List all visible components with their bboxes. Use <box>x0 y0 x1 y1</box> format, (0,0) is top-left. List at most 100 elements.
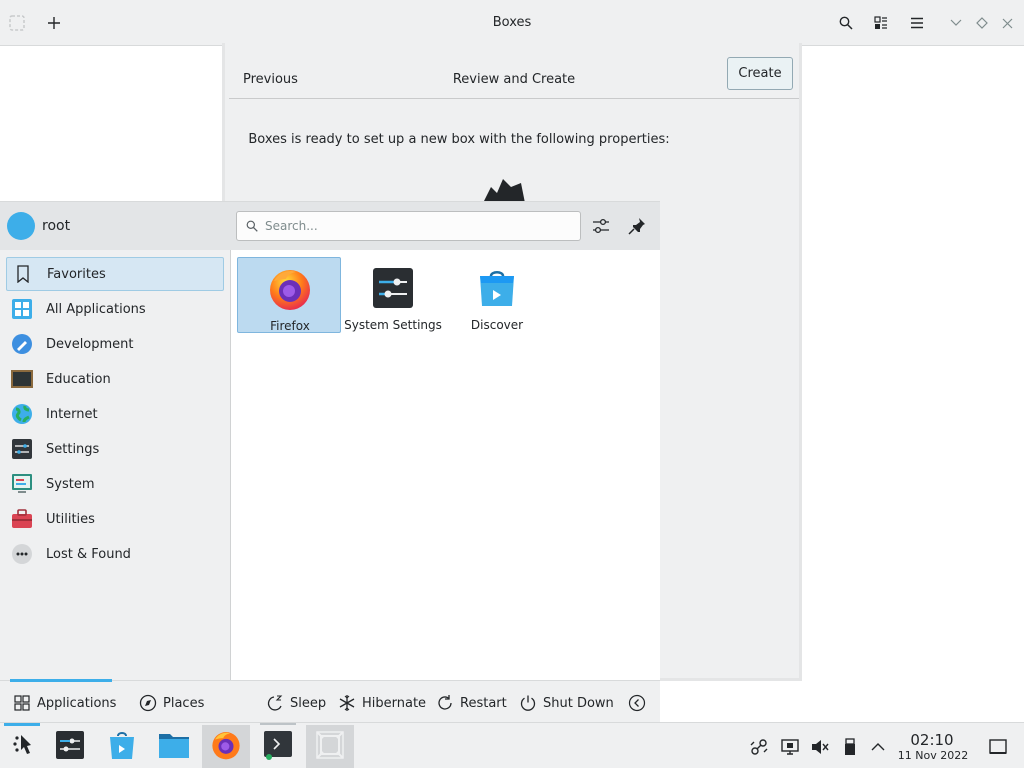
category-education[interactable]: Education <box>6 362 224 396</box>
favorites-grid: Firefox System Settings Discover <box>231 250 660 680</box>
shutdown-button[interactable]: Shut Down <box>519 693 614 713</box>
category-label: Development <box>46 336 134 352</box>
configure-icon[interactable] <box>591 216 611 236</box>
clock-date: 11 Nov 2022 <box>897 749 969 762</box>
title-bar: Boxes <box>0 0 1024 46</box>
app-system-settings[interactable]: System Settings <box>341 257 445 333</box>
tab-places-label: Places <box>163 695 205 711</box>
settings-icon <box>11 438 33 460</box>
close-icon[interactable] <box>996 12 1018 34</box>
search-input[interactable] <box>265 217 565 235</box>
toolbox-icon <box>11 508 33 530</box>
grid-icon <box>13 694 31 712</box>
search-icon <box>246 220 258 236</box>
launcher-footer: Applications Places Sleep Hibernate Rest… <box>0 679 660 723</box>
shutdown-label: Shut Down <box>543 695 614 711</box>
taskbar: 02:10 11 Nov 2022 <box>0 722 1024 768</box>
category-label: Internet <box>46 406 98 422</box>
development-icon <box>11 333 33 355</box>
previous-button[interactable]: Previous <box>243 72 298 87</box>
taskbar-file-manager[interactable] <box>150 725 198 768</box>
grid-icon <box>11 298 33 320</box>
category-label: All Applications <box>46 301 146 317</box>
app-label: Firefox <box>270 319 310 333</box>
restart-button[interactable]: Restart <box>436 693 507 713</box>
clock-time: 02:10 <box>910 731 954 749</box>
sleep-button[interactable]: Sleep <box>266 693 326 713</box>
app-firefox[interactable]: Firefox <box>237 257 341 333</box>
tab-places[interactable]: Places <box>139 693 204 713</box>
restart-label: Restart <box>460 695 507 711</box>
app-discover[interactable]: Discover <box>445 257 549 333</box>
more-icon <box>11 543 33 565</box>
hibernate-button[interactable]: Hibernate <box>338 693 426 713</box>
discover-icon <box>475 266 519 310</box>
category-label: Education <box>46 371 111 387</box>
app-label: Discover <box>470 318 524 332</box>
chevron-up-icon[interactable] <box>867 736 889 758</box>
view-options-icon[interactable] <box>870 12 892 34</box>
kde-launcher-icon <box>11 732 37 762</box>
system-settings-icon <box>371 266 415 310</box>
taskbar-boxes[interactable] <box>306 725 354 768</box>
sleep-label: Sleep <box>290 695 327 711</box>
category-settings[interactable]: Settings <box>6 432 224 466</box>
application-launcher: root Favorites All Applications Developm… <box>0 201 660 723</box>
create-button[interactable]: Create <box>727 57 793 90</box>
removable-device-icon[interactable] <box>839 736 861 758</box>
compass-icon <box>139 694 157 712</box>
discover-icon <box>108 730 136 764</box>
avatar[interactable] <box>7 212 35 240</box>
boxes-icon <box>316 731 344 763</box>
category-favorites[interactable]: Favorites <box>6 257 224 291</box>
category-label: Lost & Found <box>46 546 131 562</box>
category-internet[interactable]: Internet <box>6 397 224 431</box>
dialog-title: Review and Create <box>452 72 576 87</box>
snowflake-icon <box>338 694 356 712</box>
category-lost-and-found[interactable]: Lost & Found <box>6 537 224 571</box>
minimize-icon[interactable] <box>945 12 967 34</box>
hibernate-label: Hibernate <box>362 695 427 711</box>
tab-applications[interactable]: Applications <box>13 693 116 713</box>
taskbar-terminal[interactable] <box>254 723 302 768</box>
taskbar-system-settings[interactable] <box>46 725 94 768</box>
tab-applications-label: Applications <box>37 695 117 711</box>
username: root <box>42 218 71 234</box>
maximize-icon[interactable] <box>971 12 993 34</box>
category-all-applications[interactable]: All Applications <box>6 292 224 326</box>
more-power-options-button[interactable] <box>628 693 652 713</box>
globe-icon <box>11 403 33 425</box>
taskbar-firefox[interactable] <box>202 725 250 768</box>
chalkboard-icon <box>11 368 33 390</box>
hamburger-menu-icon[interactable] <box>906 12 928 34</box>
chevron-left-icon <box>628 694 646 712</box>
category-label: Favorites <box>47 266 106 282</box>
taskbar-discover[interactable] <box>98 725 146 768</box>
show-desktop-icon[interactable] <box>987 736 1009 758</box>
category-development[interactable]: Development <box>6 327 224 361</box>
bookmark-icon <box>12 263 34 285</box>
kde-connect-icon[interactable] <box>748 736 770 758</box>
dialog-message: Boxes is ready to set up a new box with … <box>248 132 670 147</box>
category-label: System <box>46 476 95 492</box>
system-settings-icon <box>55 730 85 764</box>
application-launcher-button[interactable] <box>0 723 48 768</box>
category-system[interactable]: System <box>6 467 224 501</box>
dialog-header: Review and Create Previous Create <box>229 49 799 99</box>
firefox-icon <box>211 730 241 764</box>
search-icon[interactable] <box>835 12 857 34</box>
category-utilities[interactable]: Utilities <box>6 502 224 536</box>
category-label: Settings <box>46 441 100 457</box>
power-icon <box>519 694 537 712</box>
active-tab-indicator <box>10 679 112 682</box>
app-label: System Settings <box>344 318 442 332</box>
category-label: Utilities <box>46 511 95 527</box>
folder-icon <box>158 731 190 763</box>
pin-icon[interactable] <box>627 216 647 236</box>
launcher-header: root <box>0 202 660 250</box>
terminal-icon <box>263 730 293 764</box>
sleep-icon <box>266 694 284 712</box>
search-field[interactable] <box>236 211 581 241</box>
volume-muted-icon[interactable] <box>809 736 831 758</box>
display-configuration-icon[interactable] <box>779 736 801 758</box>
